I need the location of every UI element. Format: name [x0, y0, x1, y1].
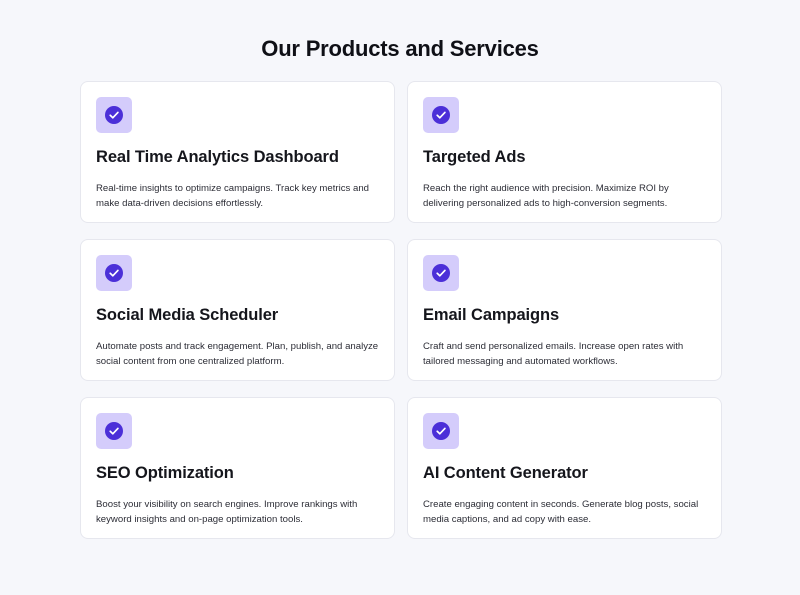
card-title: AI Content Generator	[423, 464, 588, 482]
check-circle-icon	[96, 413, 132, 449]
card-description: Reach the right audience with precision.…	[423, 183, 669, 209]
card-description: Create engaging content in seconds. Gene…	[423, 499, 699, 525]
card-title: Email Campaigns	[423, 306, 560, 324]
service-card-analytics[interactable]: Real Time Analytics Dashboard Real-time …	[80, 81, 395, 223]
page-title: Our Products and Services	[261, 36, 539, 61]
check-circle-icon	[96, 255, 132, 291]
service-card-social-scheduler[interactable]: Social Media Scheduler Automate posts an…	[80, 239, 395, 381]
card-description: Real-time insights to optimize campaigns…	[96, 183, 369, 209]
service-card-email-campaigns[interactable]: Email Campaigns Craft and send personali…	[407, 239, 722, 381]
card-title: Social Media Scheduler	[96, 306, 279, 324]
card-description: Automate posts and track engagement. Pla…	[96, 341, 379, 367]
check-circle-icon	[423, 413, 459, 449]
card-title: Targeted Ads	[423, 148, 526, 166]
service-card-seo[interactable]: SEO Optimization Boost your visibility o…	[80, 397, 395, 539]
check-circle-icon	[96, 97, 132, 133]
products-services-page: Our Products and Services Real Time Anal…	[0, 0, 800, 595]
service-card-targeted-ads[interactable]: Targeted Ads Reach the right audience wi…	[407, 81, 722, 223]
card-title: Real Time Analytics Dashboard	[96, 148, 339, 166]
check-circle-icon	[423, 97, 459, 133]
card-title: SEO Optimization	[96, 464, 234, 482]
service-card-ai-content[interactable]: AI Content Generator Create engaging con…	[407, 397, 722, 539]
services-grid: Real Time Analytics Dashboard Real-time …	[80, 81, 722, 539]
card-description: Boost your visibility on search engines.…	[96, 499, 358, 525]
card-description: Craft and send personalized emails. Incr…	[423, 341, 684, 367]
check-circle-icon	[423, 255, 459, 291]
